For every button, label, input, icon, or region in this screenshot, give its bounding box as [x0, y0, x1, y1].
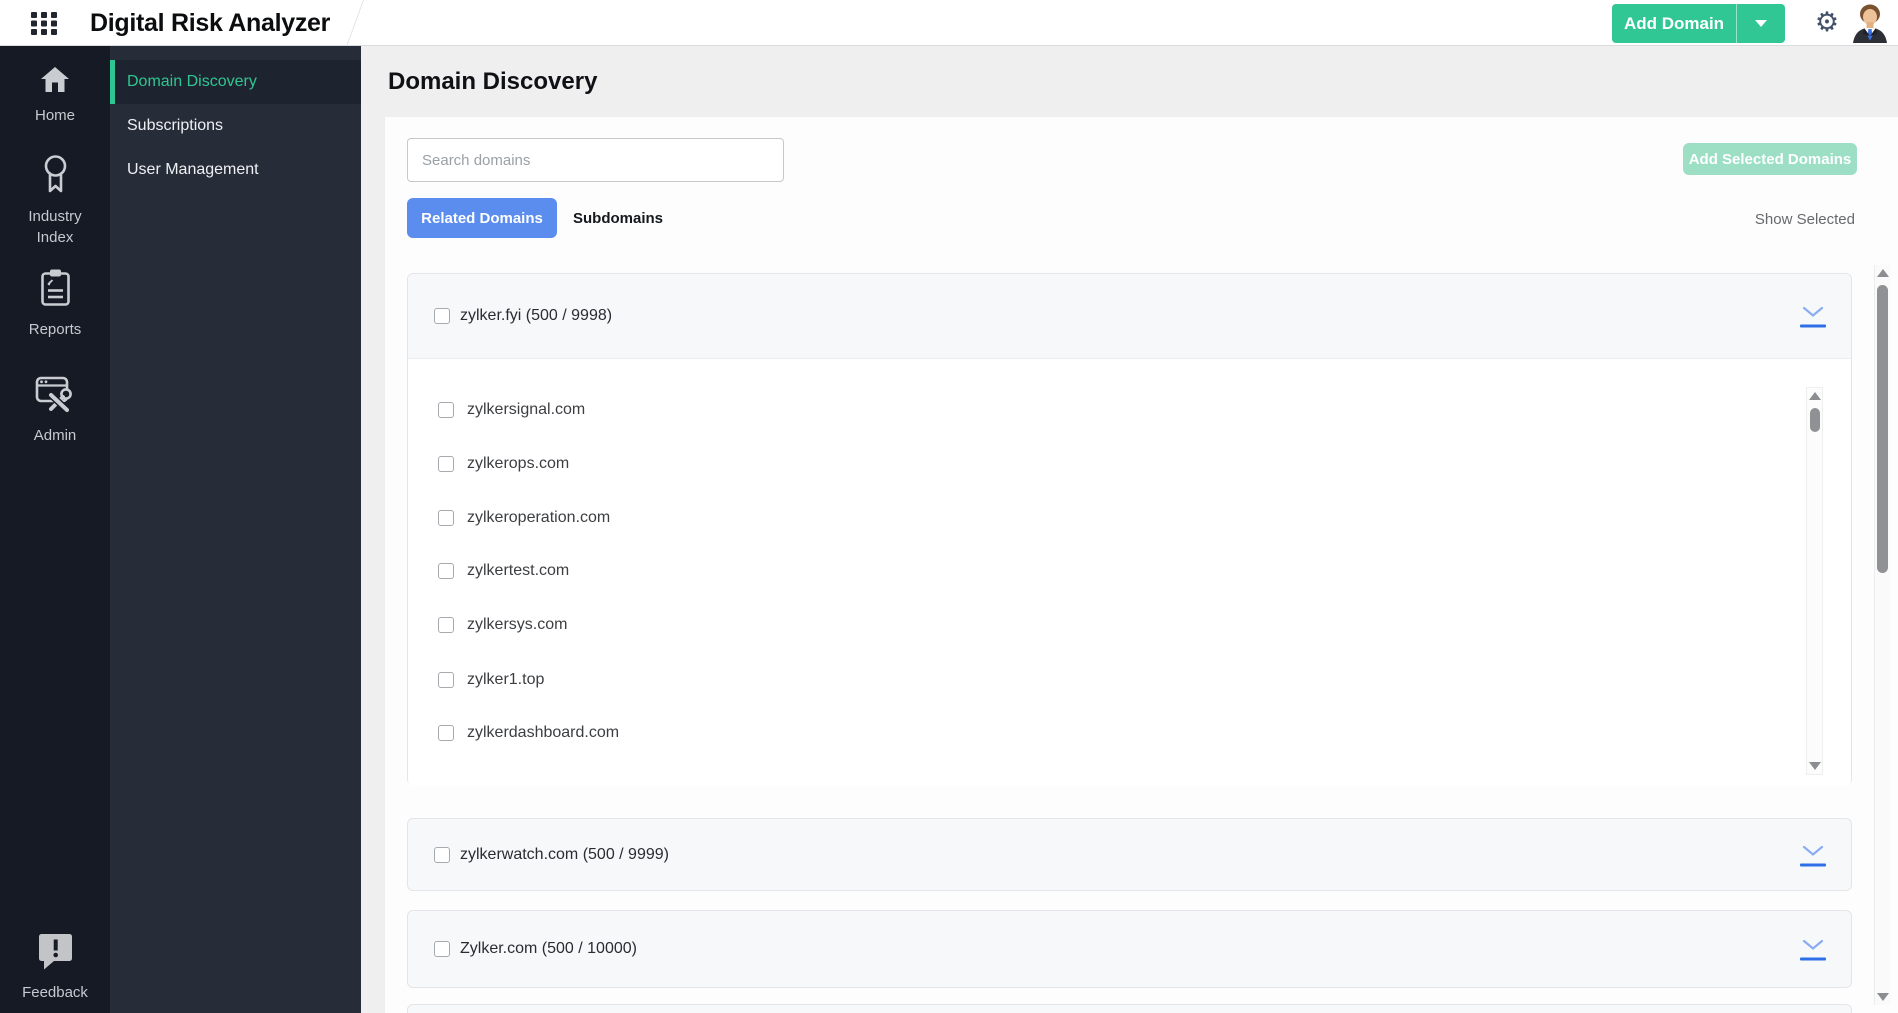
app-launcher-icon[interactable]: [31, 12, 57, 35]
group-label: zylkerwatch.com (500 / 9999): [460, 845, 669, 863]
subnav-item-domain-discovery[interactable]: Domain Discovery: [110, 60, 361, 104]
clipboard-icon: [40, 269, 70, 306]
domain-label: zylkerdashboard.com: [467, 724, 620, 741]
list-item: zylkerdashboard.com: [438, 724, 619, 742]
related-domains-list: zylkersignal.com zylkerops.com zylkerope…: [408, 359, 1851, 786]
add-domain-caret-button[interactable]: [1736, 4, 1785, 43]
outer-scrollbar-track[interactable]: [1874, 265, 1890, 1005]
domain-discovery-panel: Add Selected Domains Related Domains Sub…: [385, 117, 1898, 1013]
scroll-down-arrow[interactable]: [1876, 993, 1889, 1001]
domain-checkbox[interactable]: [438, 456, 454, 472]
list-item: zylkerops.com: [438, 455, 569, 473]
domain-label: zylkersys.com: [467, 616, 568, 633]
list-item: zylkersignal.com: [438, 401, 585, 419]
sidebar-item-label: Home: [34, 107, 75, 124]
sidebar-item-reports[interactable]: Reports: [0, 268, 110, 340]
admin-tools-icon: [35, 376, 72, 413]
expander-underline: [1800, 324, 1826, 328]
domain-group-card: zylker.fyi (500 / 9998) zylkersignal.com: [407, 273, 1852, 786]
settings-gear-icon[interactable]: ⚙: [1810, 6, 1844, 40]
domain-group-header[interactable]: zylkerwatch.com (500 / 9999): [408, 819, 1851, 890]
chevron-down-icon: [1802, 306, 1824, 317]
subnav-item-user-management[interactable]: User Management: [110, 148, 361, 192]
domain-label: zylker1.top: [467, 671, 545, 688]
add-domain-split-button: Add Domain: [1612, 4, 1785, 43]
chevron-down-icon: [1802, 939, 1824, 950]
domain-label: zylkertest.com: [467, 562, 570, 579]
group-checkbox[interactable]: [434, 308, 450, 324]
chevron-down-icon: [1802, 845, 1824, 856]
domain-group-card: Zylker.com (500 / 10000): [407, 910, 1852, 988]
domain-checkbox[interactable]: [438, 617, 454, 633]
topbar: Digital Risk Analyzer Add Domain ⚙: [0, 0, 1898, 46]
app-root: Digital Risk Analyzer Add Domain ⚙ Home …: [0, 0, 1898, 1013]
show-selected-link[interactable]: Show Selected: [1755, 211, 1855, 228]
avatar-person-icon: [1853, 4, 1887, 43]
main-content: Domain Discovery Add Selected Domains Re…: [361, 46, 1898, 1013]
feedback-bubble-icon: [38, 934, 72, 970]
collapse-group-control[interactable]: [1799, 305, 1827, 328]
award-icon: [44, 155, 66, 193]
domain-group-header[interactable]: zylker.fyi (500 / 9998): [408, 274, 1851, 359]
group-label: Zylker.com (500 / 10000): [460, 940, 637, 957]
sidebar-item-admin[interactable]: Admin: [0, 376, 110, 446]
grid-icon: [31, 12, 57, 35]
domain-group-header[interactable]: Zylker.com (500 / 10000): [408, 911, 1851, 987]
domain-label: zylkeroperation.com: [467, 509, 611, 526]
expander-underline: [1800, 957, 1826, 961]
domain-group-card: [407, 1004, 1852, 1013]
sidebar-item-home[interactable]: Home: [0, 66, 110, 126]
home-icon: [41, 67, 69, 92]
expand-group-control[interactable]: [1799, 938, 1827, 961]
tab-related-domains[interactable]: Related Domains: [407, 198, 557, 238]
domain-checkbox[interactable]: [438, 725, 454, 741]
list-item: zylker1.top: [438, 671, 544, 689]
sidebar-item-label: Admin: [33, 427, 77, 444]
expand-group-control[interactable]: [1799, 843, 1827, 866]
sidebar-item-label: Industry Index: [28, 208, 82, 246]
sidebar-item-industry-index[interactable]: Industry Index: [0, 153, 110, 248]
domain-group-card: zylkerwatch.com (500 / 9999): [407, 818, 1852, 891]
list-item: zylkersys.com: [438, 616, 567, 634]
subnav-item-label: Subscriptions: [127, 117, 224, 134]
inner-scrollbar-thumb[interactable]: [1809, 408, 1820, 432]
subnav-item-subscriptions[interactable]: Subscriptions: [110, 104, 361, 148]
group-label: zylker.fyi (500 / 9998): [460, 307, 613, 324]
domain-checkbox[interactable]: [438, 510, 454, 526]
expander-underline: [1800, 863, 1826, 866]
user-avatar[interactable]: [1851, 3, 1889, 43]
domain-checkbox[interactable]: [438, 672, 454, 688]
sidebar-item-label: Reports: [28, 321, 82, 338]
domain-checkbox[interactable]: [438, 402, 454, 418]
group-checkbox[interactable]: [434, 941, 450, 957]
page-title: Domain Discovery: [388, 68, 598, 95]
outer-scrollbar-thumb[interactable]: [1877, 285, 1888, 573]
list-item: zylkeroperation.com: [438, 509, 610, 527]
list-item: zylkertest.com: [438, 562, 569, 580]
tab-subdomains[interactable]: Subdomains: [573, 198, 663, 238]
chevron-down-icon: [1755, 20, 1767, 27]
subnav-item-label: Domain Discovery: [127, 73, 257, 90]
secondary-sidebar: Domain Discovery Subscriptions User Mana…: [110, 46, 361, 1013]
title-separator: [335, 0, 364, 46]
domain-label: zylkersignal.com: [467, 401, 586, 418]
scroll-down-arrow[interactable]: [1808, 762, 1821, 770]
app-title: Digital Risk Analyzer: [90, 8, 331, 37]
domain-label: zylkerops.com: [467, 455, 570, 472]
add-selected-domains-button[interactable]: Add Selected Domains: [1683, 143, 1857, 175]
scroll-up-arrow[interactable]: [1876, 269, 1889, 277]
add-domain-button[interactable]: Add Domain: [1612, 4, 1736, 43]
subnav-item-label: User Management: [127, 161, 259, 178]
domain-checkbox[interactable]: [438, 563, 454, 579]
search-domains-input[interactable]: [407, 138, 784, 182]
sidebar-item-label: Feedback: [22, 984, 88, 1001]
primary-sidebar: Home Industry Index Reports Admin Feedba…: [0, 46, 110, 1013]
inner-scrollbar-track[interactable]: [1806, 387, 1823, 775]
sidebar-item-feedback[interactable]: Feedback: [0, 932, 110, 1003]
scroll-up-arrow[interactable]: [1808, 392, 1821, 400]
group-checkbox[interactable]: [434, 846, 450, 863]
